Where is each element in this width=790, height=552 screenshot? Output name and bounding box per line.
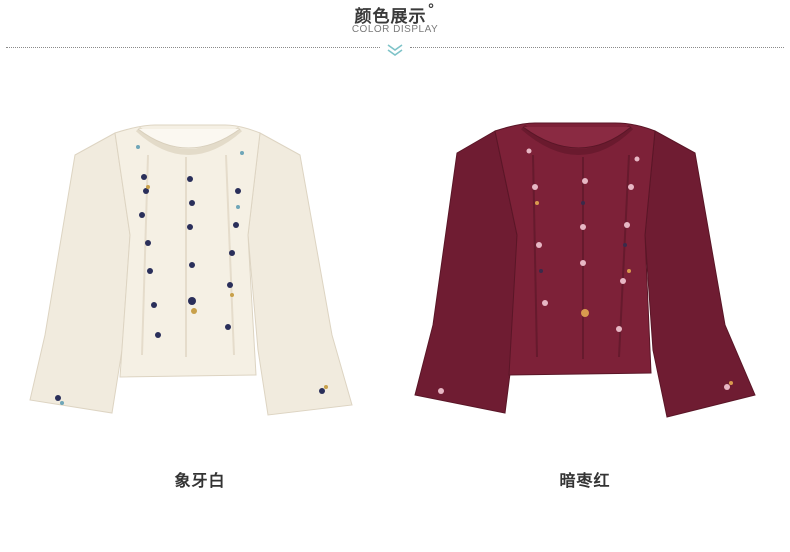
- divider-right: [410, 47, 784, 48]
- section-title-mark: °: [427, 2, 436, 18]
- product-label-wine: 暗枣红: [559, 471, 611, 490]
- sweater-wine-image: [414, 122, 756, 418]
- double-chevron-down-icon: [387, 44, 403, 56]
- section-header: 颜色展示° COLOR DISPLAY: [0, 0, 790, 60]
- product-card-wine[interactable]: 暗枣红: [405, 95, 765, 495]
- product-label-ivory: 象牙白: [174, 471, 226, 490]
- divider-left: [6, 47, 380, 48]
- sweater-ivory-image: [29, 124, 353, 416]
- product-card-ivory[interactable]: 象牙白: [20, 95, 380, 495]
- section-subtitle: COLOR DISPLAY: [351, 24, 439, 35]
